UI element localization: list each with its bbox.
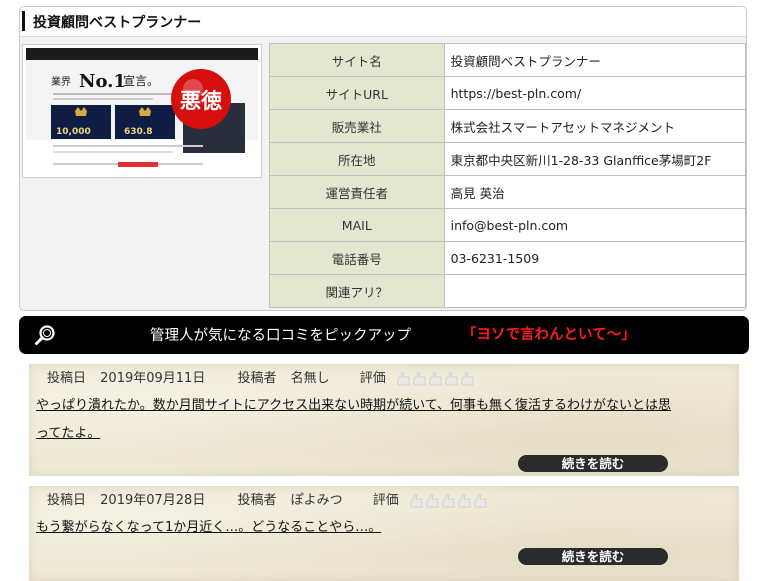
info-row: 運営責任者 高見 英治	[269, 175, 746, 209]
card-title: 投資顧問ベストプランナー	[33, 15, 202, 31]
info-value: 株式会社スマートアセットマネジメント	[443, 109, 746, 143]
info-row: サイト名 投資顧問ベストプランナー	[269, 43, 746, 77]
banner-text: 管理人が気になる口コミをピックアップ	[150, 328, 411, 344]
banner-highlight: 「ヨソで言わんといて～」	[462, 327, 636, 343]
review-author: 名無し	[290, 371, 330, 386]
info-row: 電話番号 03-6231-1509	[269, 241, 746, 275]
svg-text:悪徳: 悪徳	[180, 89, 222, 113]
info-value	[443, 274, 746, 308]
info-key: 販売業社	[269, 109, 445, 143]
review-item: 投稿日 2019年07月28日 投稿者 ぽよみつ 評価 もう繋がらなくなって1か…	[29, 486, 739, 581]
card-header: 投資顧問ベストプランナー	[20, 7, 746, 37]
read-more-button[interactable]: 続きを読む	[518, 548, 668, 565]
review-date: 2019年07月28日	[100, 493, 206, 508]
review-text[interactable]: もう繋がらなくなって1か月近く…。どうなることやら…。	[36, 514, 736, 542]
info-value: 投資顧問ベストプランナー	[443, 43, 746, 77]
thumbnail-image: 業界 No.1 宣言。 10,000 630.8 悪徳	[23, 45, 261, 177]
site-screenshot-thumbnail[interactable]: 業界 No.1 宣言。 10,000 630.8 悪徳	[22, 44, 262, 178]
title-accent-bar	[22, 11, 25, 31]
info-row: サイトURL https://best-pln.com/	[269, 76, 746, 110]
info-key: サイトURL	[269, 76, 445, 110]
info-key: サイト名	[269, 43, 445, 77]
svg-text:宣言。: 宣言。	[123, 73, 159, 88]
date-label: 投稿日	[47, 371, 87, 386]
review-item: 投稿日 2019年09月11日 投稿者 名無し 評価 やっぱり潰れたか。数か月間…	[29, 364, 739, 476]
info-value: 東京都中央区新川1-28-33 Glanffice茅場町2F	[443, 142, 746, 176]
svg-text:No.1: No.1	[79, 71, 126, 92]
rating-label: 評価	[372, 493, 399, 508]
info-key: 所在地	[269, 142, 445, 176]
pickup-banner: 管理人が気になる口コミをピックアップ 「ヨソで言わんといて～」	[19, 316, 749, 354]
rating-hands-icon	[397, 370, 474, 385]
info-key: MAIL	[269, 208, 445, 242]
site-info-table: サイト名 投資顧問ベストプランナー サイトURL https://best-pln.c…	[269, 43, 746, 308]
info-value: 03-6231-1509	[443, 241, 746, 275]
review-author: ぽよみつ	[290, 493, 343, 508]
review-date: 2019年09月11日	[100, 371, 206, 386]
author-label: 投稿者	[237, 371, 277, 386]
svg-text:業界: 業界	[51, 75, 71, 88]
info-key: 運営責任者	[269, 175, 445, 209]
author-label: 投稿者	[237, 493, 277, 508]
svg-text:630.8: 630.8	[124, 127, 152, 137]
review-meta: 投稿日 2019年09月11日 投稿者 名無し 評価	[47, 367, 476, 387]
info-value[interactable]: https://best-pln.com/	[443, 76, 746, 110]
info-value: 高見 英治	[443, 175, 746, 209]
info-row: 関連アリ？	[269, 274, 746, 308]
review-text[interactable]: やっぱり潰れたか。数か月間サイトにアクセス出来ない時期が続いて、何事も無く復活す…	[36, 392, 736, 448]
rating-hands-icon	[410, 492, 487, 507]
svg-text:10,000: 10,000	[56, 127, 91, 137]
rating-label: 評価	[359, 371, 386, 386]
info-key: 関連アリ？	[269, 274, 445, 308]
info-row: 販売業社 株式会社スマートアセットマネジメント	[269, 109, 746, 143]
review-meta: 投稿日 2019年07月28日 投稿者 ぽよみつ 評価	[47, 489, 489, 509]
info-value[interactable]: info@best-pln.com	[443, 208, 746, 242]
info-row: MAIL info@best-pln.com	[269, 208, 746, 242]
info-key: 電話番号	[269, 241, 445, 275]
read-more-button[interactable]: 続きを読む	[518, 455, 668, 472]
magnifier-icon	[35, 325, 55, 345]
date-label: 投稿日	[47, 493, 87, 508]
site-info-card: 投資顧問ベストプランナー 業界 No.1 宣言。 10,000 630.8 悪徳	[19, 6, 747, 311]
info-row: 所在地 東京都中央区新川1-28-33 Glanffice茅場町2F	[269, 142, 746, 176]
